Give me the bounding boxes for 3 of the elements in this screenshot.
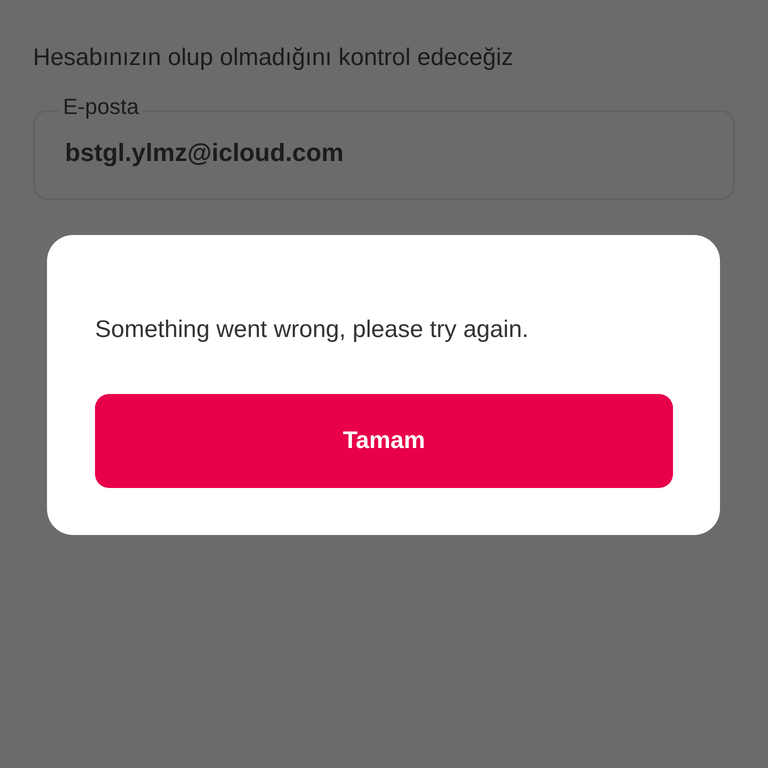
subtitle-text: Hesabınızın olup olmadığını kontrol edeceğiz: [33, 43, 514, 72]
error-message: Something went wrong, please try again.: [95, 315, 530, 345]
ok-button[interactable]: Tamam: [95, 394, 673, 488]
